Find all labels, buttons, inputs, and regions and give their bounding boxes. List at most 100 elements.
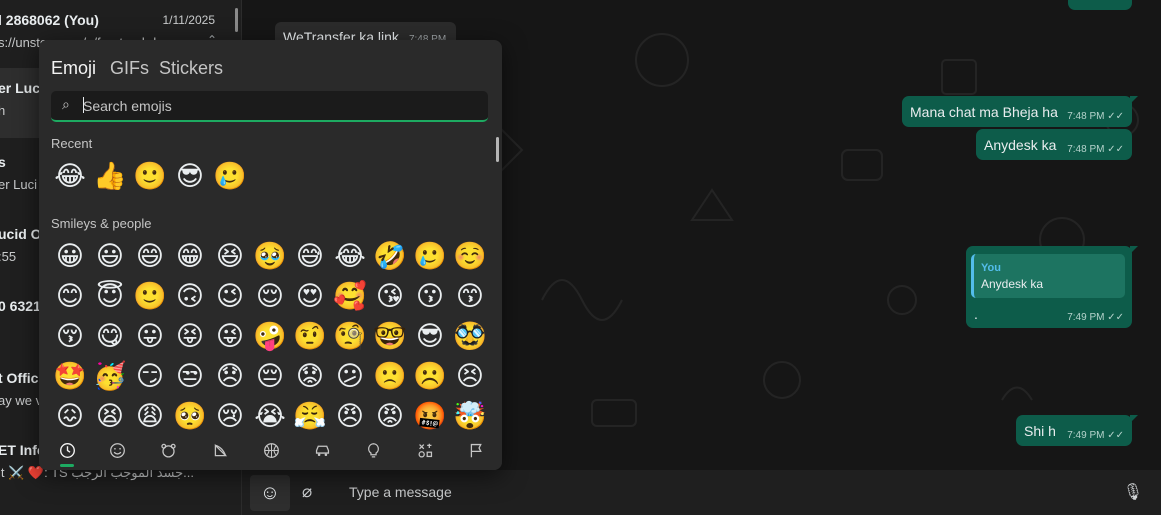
emoji-button[interactable]: 😂 [331, 238, 369, 276]
emoji-button[interactable]: 🥲 [211, 158, 249, 196]
emoji-button[interactable]: 😚 [51, 318, 89, 356]
emoji-button[interactable]: 😙 [451, 278, 489, 316]
emoji-button[interactable]: 😟 [291, 358, 329, 396]
emoji-picker: Emoji GIFs Stickers ⌕ Search emojis Rece… [39, 40, 502, 470]
outgoing-message[interactable]: Anydesk ka 7:48 PM ✓✓ [976, 129, 1132, 160]
emoji-button[interactable]: 😆 [211, 238, 249, 276]
quote-author: You [981, 262, 1001, 274]
emoji-button[interactable]: 😝 [171, 318, 209, 356]
emoji-button[interactable]: 😗 [411, 278, 449, 316]
emoji-button[interactable]: 🥳 [91, 358, 129, 396]
emoji-button[interactable]: 😅 [291, 238, 329, 276]
microphone-icon[interactable]: 🎙 [1123, 482, 1143, 502]
chat-preview: er Luci [0, 177, 38, 192]
emoji-panel-scrollbar[interactable] [496, 137, 499, 162]
emoji-button[interactable]: 🤯 [451, 398, 489, 436]
emoji-button[interactable]: 😩 [131, 398, 169, 436]
chat-name: 0 6321 [0, 298, 41, 314]
search-icon: ⌕ [62, 96, 70, 112]
quoted-message[interactable]: You Anydesk ka [971, 254, 1125, 298]
outgoing-reply-message[interactable]: You Anydesk ka . 7:49 PM ✓✓ [966, 246, 1138, 328]
message-time: 7:49 PM [1067, 430, 1105, 441]
emoji-search-input[interactable]: ⌕ Search emojis [51, 91, 488, 122]
emoji-button[interactable]: 😣 [451, 358, 489, 396]
emoji-button[interactable]: 😃 [91, 238, 129, 276]
emoji-button[interactable]: 😉 [211, 278, 249, 316]
chat-name: s [0, 154, 6, 170]
emoji-button[interactable]: 😠 [331, 398, 369, 436]
emoji-button[interactable]: 😡 [371, 398, 409, 436]
emoji-button[interactable]: 😞 [211, 358, 249, 396]
emoji-button[interactable]: 😜 [211, 318, 249, 356]
emoji-button[interactable]: 🤣 [371, 238, 409, 276]
emoji-button[interactable]: 😕 [331, 358, 369, 396]
ball-icon[interactable] [255, 438, 287, 464]
emoji-button[interactable]: 🤬 [411, 398, 449, 436]
chat-name: ucid O [0, 226, 42, 242]
emoji-button[interactable]: 🧐 [331, 318, 369, 356]
emoji-button[interactable]: 😫 [91, 398, 129, 436]
message-text: Mana chat ma Bheja ha [910, 104, 1058, 120]
chat-preview: :55 [0, 249, 17, 264]
emoji-button[interactable]: 👍 [91, 158, 129, 196]
emoji-button[interactable]: 😂 [51, 158, 89, 196]
outgoing-message[interactable]: Mana chat ma Bheja ha 7:48 PM ✓✓ [902, 96, 1138, 127]
tab-gifs[interactable]: GIFs [110, 58, 149, 79]
symbols-icon[interactable] [409, 438, 441, 464]
emoji-button[interactable]: 😎 [411, 318, 449, 356]
emoji-button[interactable]: 😀 [51, 238, 89, 276]
tab-stickers[interactable]: Stickers [159, 58, 223, 79]
emoji-button[interactable]: 😁 [171, 238, 209, 276]
message-text: Anydesk ka [984, 137, 1057, 153]
car-icon[interactable] [306, 438, 338, 464]
emoji-button[interactable]: 🥲 [411, 238, 449, 276]
outgoing-message[interactable]: Shi h 7:49 PM ✓✓ [1016, 415, 1138, 446]
emoji-button[interactable]: 🤨 [291, 318, 329, 356]
paperclip-icon[interactable]: ⌀ [302, 482, 312, 502]
outgoing-message-partial[interactable] [1068, 0, 1132, 10]
emoji-button[interactable]: 🙂 [131, 278, 169, 316]
read-ticks-icon: ✓✓ [1107, 144, 1124, 155]
animal-icon[interactable] [152, 438, 184, 464]
food-icon[interactable] [204, 438, 236, 464]
emoji-button[interactable]: 😋 [91, 318, 129, 356]
emoji-button[interactable]: 😔 [251, 358, 289, 396]
emoji-button[interactable]: ☺️ [451, 238, 489, 276]
emoji-button[interactable]: 😭 [251, 398, 289, 436]
tab-emoji[interactable]: Emoji [51, 58, 96, 79]
emoji-button[interactable]: ☹️ [411, 358, 449, 396]
chat-name: l 2868062 (You) [0, 12, 99, 28]
smiley-face-icon[interactable] [101, 438, 133, 464]
emoji-button[interactable]: 🙁 [371, 358, 409, 396]
emoji-button[interactable]: 😘 [371, 278, 409, 316]
emoji-button[interactable]: 😒 [171, 358, 209, 396]
section-title-recent: Recent [51, 136, 93, 151]
emoji-button[interactable]: 🙂 [131, 158, 169, 196]
read-ticks-icon: ✓✓ [1107, 430, 1124, 441]
emoji-button[interactable]: 😊 [51, 278, 89, 316]
emoji-button[interactable]: 🥹 [251, 238, 289, 276]
emoji-button[interactable]: 🙃 [171, 278, 209, 316]
emoji-button[interactable]: 🤩 [51, 358, 89, 396]
lightbulb-icon[interactable] [357, 438, 389, 464]
emoji-button[interactable]: 😌 [251, 278, 289, 316]
emoji-button[interactable]: 😢 [211, 398, 249, 436]
emoji-button[interactable]: 🤪 [251, 318, 289, 356]
emoji-button[interactable]: 😍 [291, 278, 329, 316]
emoji-button[interactable]: 😛 [131, 318, 169, 356]
emoji-button[interactable]: 😤 [291, 398, 329, 436]
emoji-button[interactable]: 😖 [51, 398, 89, 436]
emoji-button[interactable]: 🤓 [371, 318, 409, 356]
flag-icon[interactable] [460, 438, 492, 464]
emoji-button[interactable]: 😄 [131, 238, 169, 276]
emoji-button[interactable]: 😇 [91, 278, 129, 316]
emoji-button[interactable]: 😏 [131, 358, 169, 396]
emoji-button[interactable]: 🥸 [451, 318, 489, 356]
emoji-button[interactable]: 🥺 [171, 398, 209, 436]
message-input[interactable]: Type a message [349, 484, 452, 500]
clock-icon[interactable] [51, 438, 83, 464]
emoji-button[interactable]: 🥰 [331, 278, 369, 316]
emoji-button[interactable]: ☺ [250, 475, 290, 511]
message-text: Shi h [1024, 423, 1056, 439]
emoji-button[interactable]: 😎 [171, 158, 209, 196]
